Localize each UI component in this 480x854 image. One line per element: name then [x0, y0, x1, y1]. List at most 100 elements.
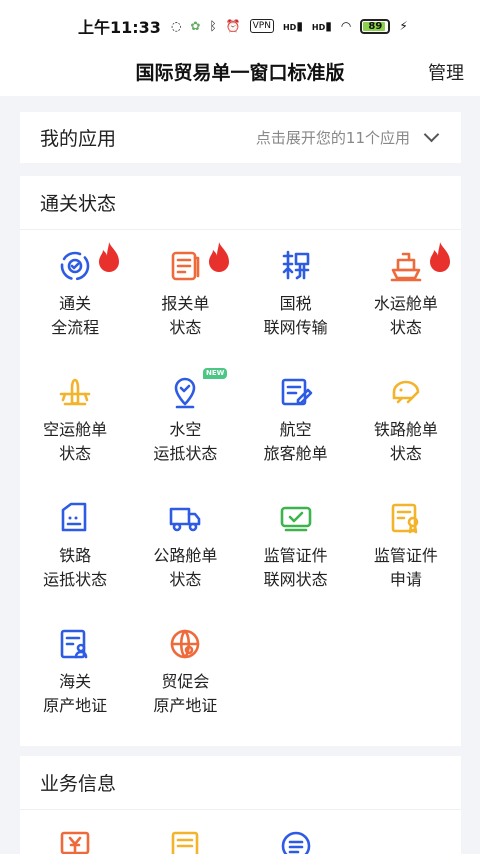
app-tile-label-line1: 铁路: [59, 546, 92, 565]
business-tile[interactable]: [20, 810, 130, 854]
tax-icon: [278, 248, 314, 284]
customs-status-grid: 通关 全流程 报关单 状态 国税 联网传输 水运舱单 状态 空运舱单 状态 NEW 水空 运抵状态 航空旅…: [20, 230, 461, 734]
app-tile-label-line1: 监管证件: [373, 546, 438, 565]
app-tile[interactable]: 监管证件 申请: [351, 482, 461, 608]
app-tile[interactable]: 铁路舱单 状态: [351, 356, 461, 482]
customs-flow-icon: [57, 242, 120, 284]
location-icon: NEW: [167, 368, 228, 410]
train-icon: [388, 374, 424, 410]
app-tile-label-line2: 状态: [389, 318, 422, 337]
app-tile-label-line1: 铁路舱单: [373, 420, 438, 439]
status-time: 上午11:33: [78, 18, 161, 37]
battery-icon: 89: [360, 18, 391, 34]
app-tile-label: 铁路 运抵状态: [43, 544, 107, 592]
manage-button[interactable]: 管理: [428, 59, 464, 85]
app-tile-label-line1: 空运舱单: [43, 420, 108, 439]
page-title: 国际贸易单一窗口标准版: [135, 62, 345, 84]
app-tile-label: 监管证件 联网状态: [264, 544, 328, 592]
app-tile-label-line2: 运抵状态: [153, 444, 218, 463]
app-tile-label: 空运舱单 状态: [43, 418, 107, 466]
new-badge: NEW: [203, 368, 228, 379]
app-tile-label: 海关 原产地证: [43, 670, 107, 718]
vpn-icon: VPN: [249, 19, 274, 33]
charging-icon: ⚡: [399, 19, 408, 33]
app-tile-label-line1: 报关单: [161, 294, 210, 313]
bluetooth-icon: ᛒ: [209, 19, 217, 33]
app-tile-label: 国税 联网传输: [264, 292, 328, 340]
app-tile[interactable]: 贸促会 原产地证: [130, 608, 240, 734]
app-tile-label-line1: 公路舱单: [153, 546, 218, 565]
business-tile[interactable]: [130, 810, 240, 854]
app-header: 国际贸易单一窗口标准版 管理: [0, 52, 480, 96]
app-tile-label: 贸促会 原产地证: [153, 670, 217, 718]
chevron-down-icon[interactable]: [423, 126, 440, 143]
app-tile-label-line1: 水空: [169, 420, 202, 439]
license-network-icon: [278, 500, 314, 536]
business-tile[interactable]: [241, 810, 351, 854]
app-tile-label-line2: 状态: [169, 570, 202, 589]
my-apps-label: 我的应用: [40, 128, 117, 150]
app-tile-label-line1: 水运舱单: [373, 294, 438, 313]
leaf-icon: ✿: [190, 19, 201, 33]
my-apps-bar[interactable]: 我的应用 点击展开您的11个应用: [20, 112, 461, 163]
globe-cert-icon: [167, 626, 203, 662]
customs-status-section: 通关状态 通关 全流程 报关单 状态 国税 联网传输 水运舱单 状态 空运舱单 状态 NEW 水空 运抵…: [20, 176, 461, 746]
alarm-icon: ⏰: [225, 19, 241, 33]
document-icon: [167, 828, 203, 854]
app-tile[interactable]: 报关单 状态: [130, 230, 240, 356]
signal-icon-2: HD▮: [311, 19, 332, 33]
app-tile-label-line1: 贸促会: [161, 672, 210, 691]
status-bar: 上午11:33 ◌ ✿ ᛒ ⏰ VPN HD▮ HD▮ ◠ 89 ⚡: [0, 0, 480, 52]
app-tile-label-line2: 状态: [389, 444, 422, 463]
app-tile[interactable]: 公路舱单 状态: [130, 482, 240, 608]
app-tile-label-line1: 监管证件: [263, 546, 328, 565]
app-tile-label-line2: 申请: [389, 570, 422, 589]
app-tile[interactable]: 通关 全流程: [20, 230, 130, 356]
app-tile-label-line1: 航空: [279, 420, 312, 439]
section-title: 业务信息: [20, 756, 461, 810]
app-tile-label: 水空 运抵状态: [153, 418, 217, 466]
app-tile-label: 航空 旅客舱单: [264, 418, 328, 466]
my-apps-hint: 点击展开您的11个应用: [255, 129, 410, 147]
app-tile-label-line2: 原产地证: [153, 696, 218, 715]
app-tile-label: 铁路舱单 状态: [374, 418, 438, 466]
app-tile-label-line1: 国税: [279, 294, 312, 313]
app-tile[interactable]: 水运舱单 状态: [351, 230, 461, 356]
hd-label: HD: [282, 23, 297, 32]
app-tile[interactable]: 空运舱单 状态: [20, 356, 130, 482]
app-tile-label: 通关 全流程: [51, 292, 99, 340]
app-tile-label: 水运舱单 状态: [374, 292, 438, 340]
app-tile-label-line2: 旅客舱单: [263, 444, 328, 463]
ship-icon: [388, 242, 450, 284]
app-tile[interactable]: 国税 联网传输: [241, 230, 351, 356]
app-tile-label: 监管证件 申请: [374, 544, 438, 592]
hot-flame-icon: [91, 240, 120, 272]
declaration-icon: [167, 242, 230, 284]
truck-icon: [167, 500, 203, 536]
app-tile-label-line2: 运抵状态: [43, 570, 108, 589]
passenger-icon: [278, 374, 314, 410]
app-tile-label-line1: 通关: [59, 294, 92, 313]
notification-icon: ◌: [170, 19, 182, 33]
app-tile-label-line2: 联网状态: [263, 570, 328, 589]
signal-icon-1: HD▮: [282, 19, 303, 33]
app-tile-label: 公路舱单 状态: [153, 544, 217, 592]
app-tile[interactable]: NEW 水空运抵状态: [130, 356, 240, 482]
app-tile-label-line2: 状态: [169, 318, 202, 337]
app-tile[interactable]: 海关 原产地证: [20, 608, 130, 734]
wifi-icon: ◠: [340, 19, 352, 33]
hot-flame-icon: [422, 240, 450, 272]
list-icon: [278, 828, 314, 854]
app-tile-label-line2: 联网传输: [263, 318, 328, 337]
business-info-section: 业务信息: [20, 756, 461, 854]
app-tile-label-line2: 全流程: [51, 318, 100, 337]
hd-label: HD: [311, 23, 326, 32]
hot-flame-icon: [201, 240, 230, 272]
app-tile[interactable]: 铁路 运抵状态: [20, 482, 130, 608]
origin-cert-icon: [57, 626, 93, 662]
app-tile-label-line2: 原产地证: [43, 696, 108, 715]
app-tile[interactable]: 监管证件 联网状态: [241, 482, 351, 608]
app-tile[interactable]: 航空 旅客舱单: [241, 356, 351, 482]
yuan-icon: [57, 828, 93, 854]
battery-percent: 89: [368, 20, 383, 32]
